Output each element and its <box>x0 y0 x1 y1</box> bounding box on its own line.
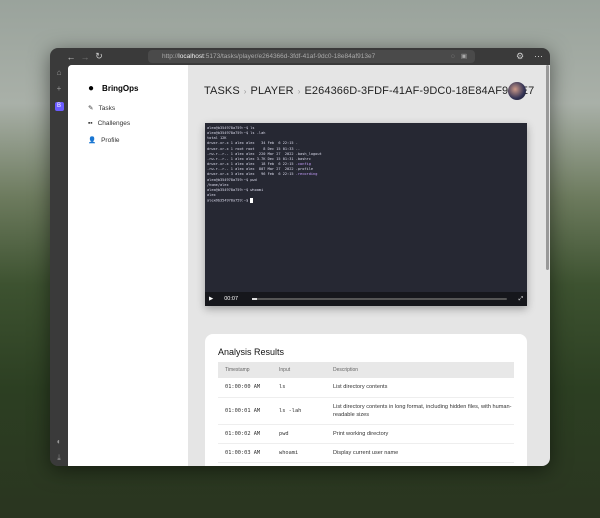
shield-icon[interactable]: ◌ <box>451 50 455 63</box>
player-controls: ▶ 00:07 ⤢ <box>205 292 527 306</box>
grid-icon: ▪▪ <box>88 120 93 127</box>
new-tab-icon[interactable]: + <box>50 81 68 97</box>
breadcrumb-player[interactable]: PLAYER <box>251 85 294 97</box>
terminal-player[interactable]: alex@b354978a759:~$ ls alex@b354978a759:~… <box>205 123 527 306</box>
forward-icon[interactable]: → <box>78 52 92 62</box>
profile-icon[interactable]: ◐ <box>50 434 68 450</box>
table-row: 01:00:00 AM ls List directory contents <box>218 378 514 398</box>
scrollbar[interactable] <box>545 65 550 466</box>
description-cell: List directory contents in long format, … <box>326 397 514 425</box>
chevron-right-icon: › <box>297 87 301 96</box>
col-description: Description <box>326 362 514 378</box>
timestamp-cell: 01:00:03 AM <box>218 443 272 463</box>
timestamp-cell: 01:00:02 AM <box>218 424 272 444</box>
terminal-output: alex@b354978a759:~$ ls alex@b354978a759:~… <box>205 123 527 207</box>
reader-icon[interactable]: ▣ <box>461 50 467 63</box>
browser-toolbar: ← → ↻ http://localhost:5173/tasks/player… <box>50 48 550 65</box>
input-cell: ls -lah <box>272 397 326 425</box>
user-icon: 👤 <box>88 137 97 144</box>
cursor <box>250 198 253 204</box>
edit-icon: ✎ <box>88 105 94 112</box>
analysis-table: Timestamp Input Description 01:00:00 AM l… <box>218 362 514 463</box>
terminal-line: alex@b354978a759:~$ <box>207 198 525 204</box>
sidebar-item-tasks[interactable]: ✎ Tasks <box>88 104 115 113</box>
progress-fill <box>252 298 258 300</box>
brand[interactable]: ● BringOps <box>88 83 139 94</box>
timestamp-cell: 01:00:00 AM <box>218 378 272 398</box>
progress-bar[interactable] <box>252 298 507 300</box>
address-bar[interactable]: http://localhost:5173/tasks/player/e2643… <box>148 50 475 63</box>
chevron-right-icon: › <box>243 87 247 96</box>
extensions-icon[interactable]: ⚙ <box>516 51 524 62</box>
col-input: Input <box>272 362 326 378</box>
table-row: 01:00:01 AM ls -lah List directory content… <box>218 397 514 425</box>
sidebar-item-profile[interactable]: 👤 Profile <box>88 136 120 145</box>
description-cell: Print working directory <box>326 424 514 444</box>
timestamp-cell: 01:00:01 AM <box>218 397 272 425</box>
browser-window: ← → ↻ http://localhost:5173/tasks/player… <box>50 48 550 466</box>
reload-icon[interactable]: ↻ <box>92 51 106 62</box>
description-cell: Display current user name <box>326 443 514 463</box>
browser-sidebar: ⌂ + B ◐ ⤓ <box>50 65 68 466</box>
sidebar-item-challenges[interactable]: ▪▪ Challenges <box>88 120 130 127</box>
avatar[interactable] <box>508 82 526 100</box>
home-icon[interactable]: ⌂ <box>50 65 68 81</box>
active-tab-icon[interactable]: B <box>50 97 68 113</box>
table-row: 01:00:03 AM whoami Display current user na… <box>218 443 514 463</box>
logo-icon: ● <box>88 83 95 94</box>
breadcrumb: TASKS › PLAYER › E264366D-3FDF-41AF-9DC0-18E… <box>204 85 534 97</box>
scrollbar-thumb[interactable] <box>546 65 549 270</box>
input-cell: pwd <box>272 424 326 444</box>
menu-icon[interactable]: ⋯ <box>534 51 543 62</box>
page: ● BringOps ✎ Tasks ▪▪ Challenges 👤 Profile T… <box>68 65 545 466</box>
back-icon[interactable]: ← <box>64 52 78 62</box>
col-timestamp: Timestamp <box>218 362 272 378</box>
breadcrumb-tasks[interactable]: TASKS <box>204 85 240 97</box>
input-cell: ls <box>272 378 326 398</box>
download-icon[interactable]: ⤓ <box>50 450 68 466</box>
play-icon[interactable]: ▶ <box>209 296 213 302</box>
time-display: 00:07 <box>224 296 238 302</box>
table-row: 01:00:02 AM pwd Print working directory <box>218 424 514 444</box>
fullscreen-icon[interactable]: ⤢ <box>519 296 523 303</box>
sidebar: ● BringOps ✎ Tasks ▪▪ Challenges 👤 Profile <box>68 65 188 466</box>
analysis-title: Analysis Results <box>218 347 285 357</box>
breadcrumb-task-id: E264366D-3FDF-41AF-9DC0-18E84AF913E7 <box>304 85 535 97</box>
description-cell: List directory contents <box>326 378 514 398</box>
input-cell: whoami <box>272 443 326 463</box>
analysis-card: Analysis Results Timestamp Input Descrip… <box>205 334 527 466</box>
